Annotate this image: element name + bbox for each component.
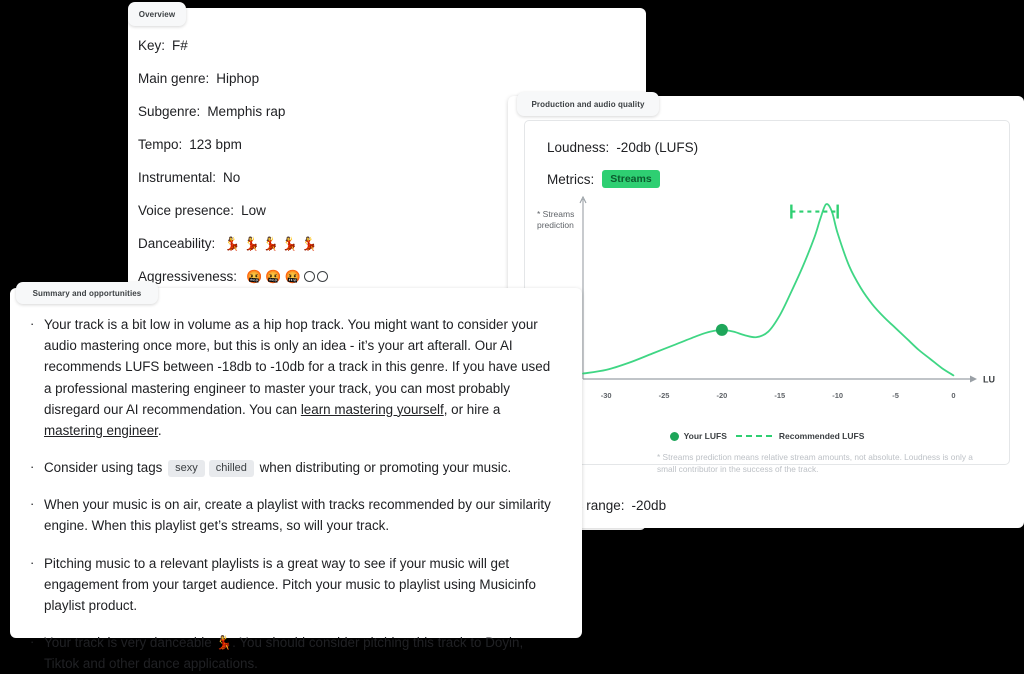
overview-value-key: F# bbox=[172, 38, 188, 53]
overview-value-subgenre: Memphis rap bbox=[207, 104, 286, 119]
dancer-emoji: 💃 bbox=[281, 235, 300, 251]
metrics-row: Metrics: Streams bbox=[547, 170, 660, 189]
chart-x-tick-label: -15 bbox=[774, 391, 785, 400]
production-and-audio-quality-panel: Loudness: -20db (LUFS) Metrics: Streams … bbox=[508, 96, 1024, 528]
loudness-value: -20db (LUFS) bbox=[616, 140, 699, 155]
bullet-point-icon: · bbox=[30, 634, 35, 650]
metrics-label: Metrics: bbox=[547, 171, 595, 187]
production-card: Loudness: -20db (LUFS) Metrics: Streams … bbox=[524, 120, 1010, 474]
chart-streams-prediction-curve bbox=[582, 203, 955, 377]
summary-bullet-list: · Your track is a bit low in volume as a … bbox=[10, 288, 582, 674]
overview-label-danceability: Danceability: bbox=[138, 236, 216, 251]
chart-x-tick-label: -20 bbox=[716, 391, 727, 400]
summary-bullet-text: When your music is on air, create a play… bbox=[44, 494, 560, 536]
empty-circle-icon bbox=[316, 271, 328, 282]
your-lufs-marker-dot[interactable] bbox=[715, 323, 728, 336]
summary-and-opportunities-panel: · Your track is a bit low in volume as a … bbox=[10, 288, 582, 671]
dancer-emoji: 💃 bbox=[262, 235, 280, 251]
legend-dot-icon bbox=[669, 431, 679, 441]
summary-bullet-text: Consider using tags sexy chilled when dis… bbox=[44, 457, 560, 478]
overview-value-instrumental: No bbox=[223, 170, 241, 185]
metrics-streams-badge[interactable]: Streams bbox=[602, 170, 660, 189]
loudness-row: Loudness: -20db (LUFS) bbox=[547, 140, 698, 155]
text-run: When your music is on air, create a play… bbox=[44, 497, 551, 534]
dancer-emoji: 💃 bbox=[224, 235, 242, 251]
summary-bullet: · Your track is a bit low in volume as a … bbox=[30, 314, 560, 441]
angry-face-emoji: 🤬 bbox=[284, 268, 302, 284]
overview-value-tempo: 123 bpm bbox=[189, 137, 242, 152]
legend-dashed-line-icon bbox=[735, 435, 772, 437]
summary-bullet-text: Pitching music to a relevant playlists i… bbox=[44, 553, 560, 617]
text-run: , or hire a bbox=[443, 401, 501, 417]
loudness-label: Loudness: bbox=[547, 140, 610, 155]
legend-label-your-lufs: Your LUFS bbox=[683, 431, 727, 441]
text-run: . bbox=[157, 422, 162, 438]
bullet-point-icon: · bbox=[30, 496, 35, 512]
chart-footnote: * Streams prediction means relative stre… bbox=[657, 452, 973, 475]
overview-value-main-genre: Hiphop bbox=[216, 71, 260, 86]
summary-bullet: · Your track is very danceable 💃. You sho… bbox=[30, 632, 560, 674]
chart-x-tick-label: 0 bbox=[951, 391, 955, 400]
text-run: Consider using tags bbox=[44, 460, 167, 476]
suggested-tag-chip[interactable]: sexy bbox=[168, 460, 205, 477]
overview-label-instrumental: Instrumental: bbox=[138, 170, 217, 185]
summary-bullet-text: Your track is very danceable 💃. You shou… bbox=[44, 632, 560, 674]
overview-label-key: Key: bbox=[138, 38, 166, 53]
summary-bullet-text: Your track is a bit low in volume as a h… bbox=[44, 314, 560, 441]
overview-label-tempo: Tempo: bbox=[138, 137, 183, 152]
bullet-point-icon: · bbox=[30, 316, 35, 331]
tab-production-and-audio-quality[interactable]: Production and audio quality bbox=[517, 92, 659, 116]
dancer-emoji: 💃 bbox=[243, 235, 261, 251]
bullet-point-icon: · bbox=[30, 459, 35, 475]
overview-label-subgenre: Subgenre: bbox=[138, 104, 201, 119]
angry-face-emoji: 🤬 bbox=[246, 268, 264, 284]
chart-x-tick-label: -30 bbox=[601, 391, 612, 400]
chart-x-axis-arrow-icon bbox=[970, 375, 977, 383]
aggressiveness-rating: 🤬 🤬 🤬 bbox=[246, 269, 328, 285]
summary-bullet: · Pitching music to a relevant playlists … bbox=[30, 553, 560, 617]
chart-x-tick-label: -25 bbox=[659, 391, 670, 400]
overview-row-key: Key: F# bbox=[138, 34, 646, 57]
danceability-rating: 💃 💃 💃 💃 💃 bbox=[224, 236, 318, 252]
angry-face-emoji: 🤬 bbox=[265, 268, 283, 284]
legend-item-your-lufs: Your LUFS bbox=[669, 431, 727, 441]
dancer-emoji: 💃 bbox=[301, 235, 319, 251]
empty-circle-icon bbox=[303, 271, 315, 282]
summary-bullet: · Consider using tags sexy chilled when di… bbox=[30, 457, 560, 478]
legend-item-recommended-lufs: Recommended LUFS bbox=[734, 431, 865, 441]
chart-x-tick-label: -10 bbox=[832, 391, 843, 400]
text-run: Pitching music to a relevant playlists i… bbox=[44, 555, 536, 613]
text-run: when distributing or promoting your musi… bbox=[255, 460, 512, 476]
dynamic-range-value: -20db bbox=[631, 498, 667, 513]
overview-label-main-genre: Main genre: bbox=[138, 71, 210, 86]
overview-value-voice-presence: Low bbox=[241, 203, 266, 218]
summary-link[interactable]: learn mastering yourself bbox=[301, 402, 444, 417]
chart-x-tick-label: -5 bbox=[892, 391, 899, 400]
legend-label-recommended-lufs: Recommended LUFS bbox=[778, 431, 865, 441]
overview-label-voice-presence: Voice presence: bbox=[138, 203, 235, 218]
text-run: Your track is very danceable bbox=[44, 635, 216, 651]
summary-bullet: · When your music is on air, create a pla… bbox=[30, 494, 560, 536]
loudness-streams-chart: LUFS -30 -25 -20 -15 -10 -5 0 bbox=[579, 195, 995, 400]
chart-legend: Your LUFS Recommended LUFS bbox=[525, 431, 1009, 441]
overview-row-main-genre: Main genre: Hiphop bbox=[138, 67, 646, 90]
chart-x-axis-title: LUFS bbox=[983, 375, 995, 385]
tab-overview[interactable]: Overview bbox=[128, 2, 186, 26]
bullet-point-icon: · bbox=[30, 554, 35, 570]
summary-link[interactable]: mastering engineer bbox=[44, 423, 158, 438]
tab-summary-and-opportunities[interactable]: Summary and opportunities bbox=[16, 282, 158, 304]
dancer-emoji-icon: 💃 bbox=[215, 635, 233, 651]
suggested-tag-chip[interactable]: chilled bbox=[208, 460, 254, 477]
